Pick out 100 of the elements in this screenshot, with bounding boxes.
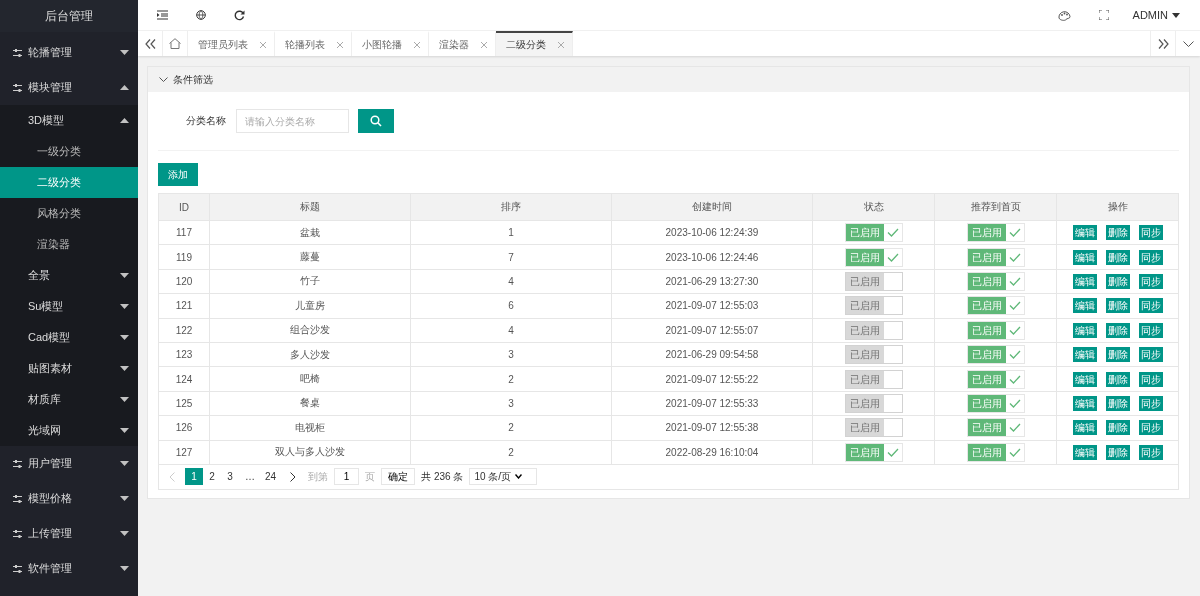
close-icon[interactable] — [558, 41, 564, 48]
status-switch[interactable]: 已启用 — [966, 223, 1025, 243]
sidebar-item[interactable]: 光域网 — [0, 415, 138, 446]
sidebar-item[interactable]: 二级分类 — [0, 167, 138, 198]
confirm-button[interactable]: 确定 — [381, 468, 416, 486]
action-button[interactable]: 删除 — [1105, 298, 1130, 314]
search-button[interactable] — [358, 109, 394, 133]
status-switch[interactable]: 已启用 — [844, 271, 903, 291]
status-switch[interactable]: 已启用 — [844, 418, 903, 438]
sidebar-item[interactable]: 一级分类 — [0, 136, 138, 167]
page-tab[interactable]: 二级分类 — [496, 31, 573, 56]
action-button[interactable]: 删除 — [1105, 322, 1130, 338]
chevron-icon — [159, 77, 168, 82]
status-switch[interactable]: 已启用 — [844, 320, 903, 340]
add-button[interactable]: 添加 — [158, 163, 198, 186]
action-button[interactable]: 编辑 — [1072, 249, 1097, 265]
sidebar-item[interactable]: 3D模型 — [0, 105, 138, 136]
sidebar-item[interactable]: 贴图素材 — [0, 353, 138, 384]
action-button[interactable]: 编辑 — [1072, 273, 1097, 289]
page-number[interactable]: 1 — [185, 468, 203, 486]
sidebar-item[interactable]: 模型价格 — [0, 481, 138, 516]
status-switch[interactable]: 已启用 — [844, 223, 903, 243]
action-button[interactable]: 编辑 — [1072, 395, 1097, 411]
action-button[interactable]: 同步 — [1138, 298, 1163, 314]
status-switch[interactable]: 已启用 — [966, 393, 1025, 413]
action-button[interactable]: 删除 — [1105, 444, 1130, 460]
action-button[interactable]: 同步 — [1138, 249, 1163, 265]
status-switch[interactable]: 已启用 — [844, 296, 903, 316]
action-button[interactable]: 删除 — [1105, 273, 1130, 289]
action-button[interactable]: 编辑 — [1072, 225, 1097, 241]
action-button[interactable]: 同步 — [1138, 420, 1163, 436]
filter-panel-header[interactable]: 条件筛选 — [148, 67, 1189, 92]
sidebar-item[interactable]: 模块管理 — [0, 70, 138, 105]
page-number[interactable]: 3 — [221, 468, 239, 486]
category-name-field[interactable]: 请输入分类名称 — [236, 109, 349, 133]
next-page-icon[interactable] — [290, 471, 297, 482]
page-tab[interactable]: 管理员列表 — [188, 31, 275, 56]
table-cell: 竹子 — [209, 269, 411, 294]
palette-icon[interactable] — [1057, 9, 1071, 21]
close-icon[interactable] — [337, 41, 343, 48]
action-button[interactable]: 删除 — [1105, 225, 1130, 241]
status-switch[interactable]: 已启用 — [966, 320, 1025, 340]
action-button[interactable]: 同步 — [1138, 273, 1163, 289]
page-tab[interactable]: 小图轮播 — [352, 31, 429, 56]
fullscreen-icon[interactable] — [1098, 10, 1109, 20]
status-switch[interactable]: 已启用 — [966, 271, 1025, 291]
action-button[interactable]: 编辑 — [1072, 347, 1097, 363]
action-button[interactable]: 删除 — [1105, 249, 1130, 265]
close-icon[interactable] — [481, 41, 487, 48]
user-menu[interactable]: ADMIN — [1132, 9, 1180, 21]
sidebar-item[interactable]: 轮播管理 — [0, 35, 138, 70]
scroll-right-button[interactable] — [1150, 31, 1175, 56]
action-button[interactable]: 同步 — [1138, 444, 1163, 460]
home-tab[interactable] — [163, 31, 188, 56]
action-button[interactable]: 编辑 — [1072, 298, 1097, 314]
action-button[interactable]: 同步 — [1138, 225, 1163, 241]
sidebar-item[interactable]: 上传管理 — [0, 516, 138, 551]
globe-icon[interactable] — [196, 10, 206, 20]
sidebar-item[interactable]: 软件管理 — [0, 551, 138, 586]
status-switch[interactable]: 已启用 — [966, 442, 1025, 462]
sidebar-item[interactable]: 材质库 — [0, 384, 138, 415]
status-switch[interactable]: 已启用 — [966, 418, 1025, 438]
close-icon[interactable] — [260, 41, 266, 48]
action-button[interactable]: 同步 — [1138, 347, 1163, 363]
page-tab[interactable]: 轮播列表 — [275, 31, 352, 56]
action-button[interactable]: 删除 — [1105, 347, 1130, 363]
status-switch[interactable]: 已启用 — [844, 442, 903, 462]
action-button[interactable]: 同步 — [1138, 371, 1163, 387]
action-button[interactable]: 删除 — [1105, 371, 1130, 387]
menu-icon[interactable] — [157, 10, 168, 20]
status-switch[interactable]: 已启用 — [966, 296, 1025, 316]
action-button[interactable]: 删除 — [1105, 420, 1130, 436]
scroll-left-button[interactable] — [138, 31, 163, 56]
status-switch[interactable]: 已启用 — [966, 345, 1025, 365]
action-button[interactable]: 同步 — [1138, 395, 1163, 411]
refresh-icon[interactable] — [234, 9, 245, 21]
action-button[interactable]: 编辑 — [1072, 322, 1097, 338]
page-size-select[interactable]: 10 条/页 — [469, 468, 538, 486]
page-input[interactable]: 1 — [334, 468, 360, 486]
sidebar-item[interactable]: 渲染器 — [0, 229, 138, 260]
status-switch[interactable]: 已启用 — [844, 393, 903, 413]
action-button[interactable]: 删除 — [1105, 395, 1130, 411]
sidebar-item[interactable]: Cad模型 — [0, 322, 138, 353]
status-switch[interactable]: 已启用 — [844, 345, 903, 365]
sidebar-item[interactable]: Su模型 — [0, 291, 138, 322]
close-icon[interactable] — [414, 41, 420, 48]
action-button[interactable]: 编辑 — [1072, 420, 1097, 436]
sidebar-item[interactable]: 全景 — [0, 260, 138, 291]
status-switch[interactable]: 已启用 — [966, 369, 1025, 389]
action-button[interactable]: 同步 — [1138, 322, 1163, 338]
status-switch[interactable]: 已启用 — [844, 247, 903, 267]
status-switch[interactable]: 已启用 — [966, 247, 1025, 267]
sidebar-item[interactable]: 用户管理 — [0, 446, 138, 481]
sidebar-item[interactable]: 风格分类 — [0, 198, 138, 229]
page-number[interactable]: 2 — [203, 468, 221, 486]
table-cell: 藤蔓 — [209, 244, 411, 270]
page-number[interactable]: 24 — [261, 468, 281, 486]
status-switch[interactable]: 已启用 — [844, 369, 903, 389]
action-button[interactable]: 编辑 — [1072, 444, 1097, 460]
action-button[interactable]: 编辑 — [1072, 371, 1097, 387]
